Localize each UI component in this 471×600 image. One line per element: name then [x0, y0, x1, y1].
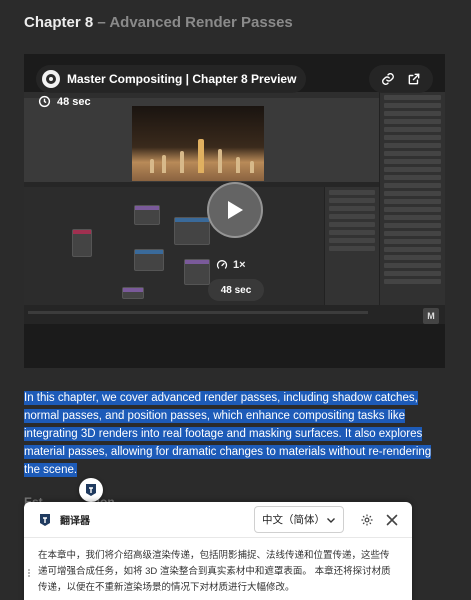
video-frame-timeline — [24, 305, 445, 324]
drag-handle-icon[interactable] — [28, 568, 32, 578]
translator-header: 翻译器 中文（简体） — [24, 502, 412, 538]
duration-chip: 48 sec — [208, 279, 264, 301]
playback-speed-label: 1× — [233, 259, 246, 271]
external-link-icon[interactable] — [404, 69, 424, 89]
chapter-title-text: Advanced Render Passes — [109, 14, 293, 31]
settings-button[interactable] — [357, 510, 377, 530]
chapter-description: In this chapter, we cover advanced rende… — [24, 389, 449, 479]
title-separator: – — [97, 14, 106, 31]
translator-logo-icon — [38, 512, 52, 528]
video-frame-bottom — [24, 324, 445, 368]
language-select-value: 中文（简体） — [262, 514, 325, 526]
playback-speed-control[interactable]: 1× — [216, 259, 246, 271]
chevron-down-icon — [327, 517, 335, 523]
video-player[interactable]: M Master Compositing | Chapter 8 Preview… — [24, 54, 445, 368]
play-icon — [228, 201, 243, 219]
video-frame-node-editor — [24, 187, 324, 305]
close-button[interactable] — [382, 510, 402, 530]
page-title: Chapter 8 – Advanced Render Passes — [24, 14, 293, 31]
selected-text[interactable]: In this chapter, we cover advanced rende… — [24, 391, 432, 477]
speed-icon — [216, 260, 228, 269]
page: Chapter 8 – Advanced Render Passes M Mas… — [0, 0, 471, 600]
video-frame-node-panel — [324, 187, 379, 305]
chapter-number: Chapter 8 — [24, 14, 94, 31]
close-icon — [386, 514, 398, 525]
channel-logo-icon — [42, 70, 60, 88]
link-icon[interactable] — [378, 69, 398, 89]
language-select[interactable]: 中文（简体） — [254, 506, 344, 533]
video-actions — [369, 65, 433, 93]
translation-text: 在本章中，我们将介绍高级渲染传递，包括阴影捕捉、法线传递和位置传递，这些传递可增… — [38, 550, 391, 593]
video-frame-properties — [379, 92, 445, 312]
video-corner-mark: M — [423, 308, 439, 324]
duration-badge-text: 48 sec — [57, 95, 91, 108]
translator-logo-icon — [86, 484, 96, 496]
translate-bubble-button[interactable] — [79, 478, 103, 502]
duration-badge: 48 sec — [38, 95, 91, 108]
play-button[interactable] — [207, 182, 263, 238]
video-title: Master Compositing | Chapter 8 Preview — [67, 72, 297, 86]
translator-panel: 翻译器 中文（简体） 在本章中，我们将介绍高级渲染传递，包括阴影捕捉、法线传递和… — [24, 502, 412, 600]
gear-icon — [361, 513, 373, 526]
video-title-pill[interactable]: Master Compositing | Chapter 8 Preview — [36, 65, 307, 93]
translator-name: 翻译器 — [60, 516, 90, 527]
clock-icon — [38, 95, 51, 108]
video-frame-render — [132, 106, 264, 181]
